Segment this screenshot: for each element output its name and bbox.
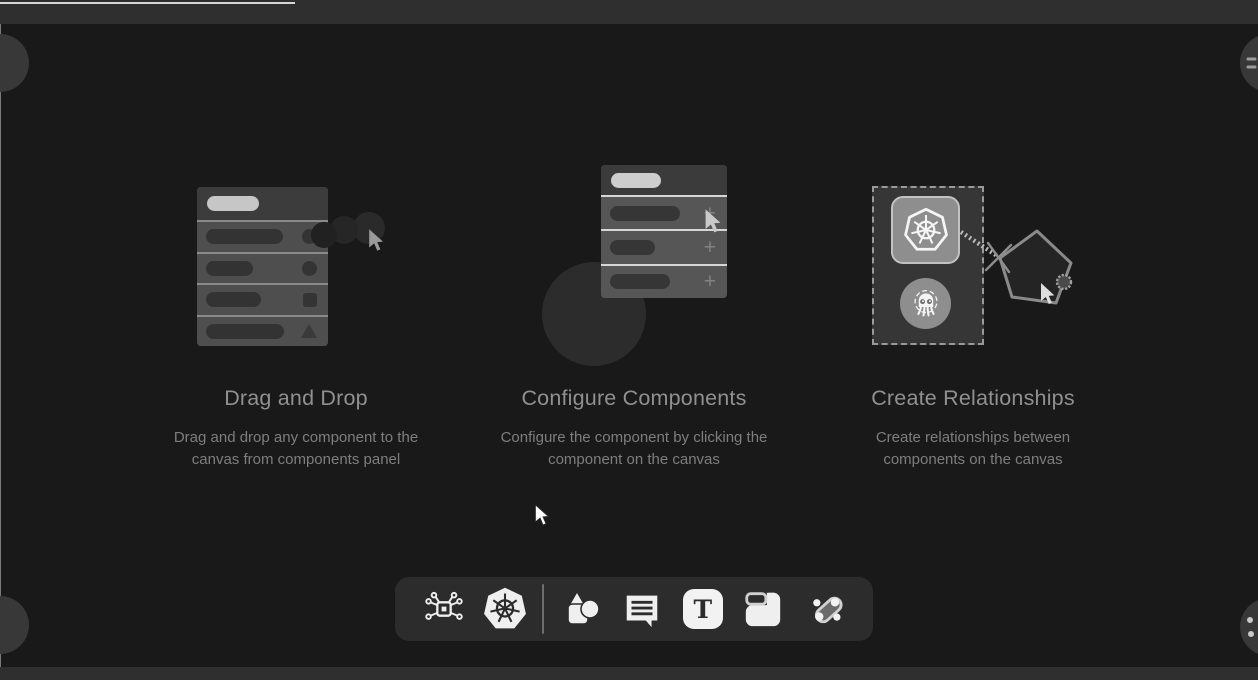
card-title: Configure Components bbox=[464, 386, 804, 411]
link-tool-button[interactable] bbox=[801, 584, 847, 634]
search-pill bbox=[611, 173, 661, 188]
search-pill bbox=[207, 196, 259, 211]
row-label-pill bbox=[610, 240, 655, 255]
save-button[interactable] bbox=[740, 584, 786, 634]
shapes-tool-button[interactable] bbox=[559, 584, 605, 634]
comment-icon bbox=[621, 588, 663, 630]
onboarding-card-configure-components: + + + Configure Components Configure the… bbox=[464, 160, 804, 471]
circle-shape bbox=[302, 261, 317, 276]
panel-search-bar bbox=[197, 187, 328, 220]
row-label-pill bbox=[206, 292, 261, 307]
loading-progress-bar bbox=[0, 2, 295, 4]
card-description: Drag and drop any component to the canva… bbox=[162, 427, 430, 471]
plus-icon: + bbox=[704, 237, 716, 258]
relationship-edge-graphic bbox=[803, 160, 1143, 382]
left-edge-divider bbox=[0, 24, 1, 667]
onboarding-card-create-relationships: Create Relationships Create relationship… bbox=[803, 160, 1143, 471]
text-tool-tile: T bbox=[683, 589, 723, 629]
configure-components-illustration: + + + bbox=[464, 160, 804, 382]
panel-row bbox=[197, 220, 328, 252]
drag-and-drop-illustration bbox=[126, 160, 466, 382]
bottom-bar bbox=[0, 667, 1258, 680]
panel-search-bar bbox=[601, 165, 727, 195]
drag-cursor-icon bbox=[366, 228, 388, 254]
top-bar bbox=[0, 0, 1258, 24]
panel-row bbox=[197, 315, 328, 347]
row-label-pill bbox=[610, 206, 680, 221]
mouse-cursor-icon bbox=[533, 503, 552, 528]
card-description: Create relationships between components … bbox=[865, 427, 1081, 471]
components-panel-illustration bbox=[197, 187, 328, 346]
onboarding-card-drag-and-drop: Drag and Drop Drag and drop any componen… bbox=[126, 160, 466, 471]
link-icon bbox=[803, 588, 845, 630]
zoom-in-button[interactable] bbox=[0, 596, 29, 654]
square-shape bbox=[303, 293, 317, 307]
panel-row bbox=[197, 252, 328, 284]
text-tool-letter: T bbox=[694, 595, 713, 624]
kubernetes-tool-button[interactable] bbox=[482, 584, 528, 634]
kubernetes-icon bbox=[482, 586, 528, 632]
comment-tool-button[interactable] bbox=[619, 584, 665, 634]
row-label-pill bbox=[610, 274, 670, 289]
card-title: Create Relationships bbox=[803, 386, 1143, 411]
triangle-shape bbox=[301, 324, 317, 338]
click-cursor-icon bbox=[702, 208, 726, 236]
row-label-pill bbox=[206, 229, 283, 244]
mesh-components-button[interactable] bbox=[421, 584, 467, 634]
toolbar-divider bbox=[542, 584, 544, 634]
panel-row: + bbox=[601, 264, 727, 298]
drag-trail-circle bbox=[311, 222, 337, 248]
right-dock-toggle-button[interactable] bbox=[1240, 34, 1258, 92]
left-dock-toggle-button[interactable] bbox=[0, 34, 29, 92]
flower-icon bbox=[0, 34, 29, 92]
bottom-right-dock-button[interactable] bbox=[1240, 598, 1258, 656]
row-label-pill bbox=[206, 324, 284, 339]
meshery-design-canvas-window: Drag and Drop Drag and drop any componen… bbox=[0, 0, 1258, 680]
card-description: Configure the component by clicking the … bbox=[479, 427, 789, 471]
mesh-components-icon bbox=[423, 588, 465, 630]
shapes-icon bbox=[560, 587, 604, 631]
plus-icon: + bbox=[704, 271, 716, 292]
panel-toggle-icon bbox=[1240, 34, 1258, 92]
dock-icon bbox=[1240, 598, 1258, 656]
save-icon bbox=[742, 588, 784, 630]
panel-row bbox=[197, 283, 328, 315]
text-tool-button[interactable]: T bbox=[680, 584, 726, 634]
canvas-toolbar: T bbox=[395, 577, 873, 641]
row-label-pill bbox=[206, 261, 253, 276]
zoom-in-icon bbox=[0, 596, 29, 654]
card-title: Drag and Drop bbox=[126, 386, 466, 411]
create-relationships-illustration bbox=[803, 160, 1143, 382]
